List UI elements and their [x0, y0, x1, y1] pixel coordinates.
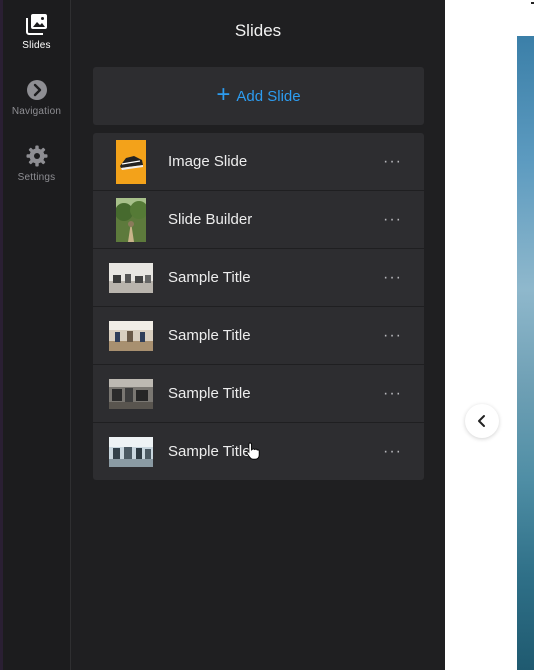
more-options-icon[interactable]: ··· — [383, 385, 402, 403]
slide-row[interactable]: Image Slide ··· — [93, 133, 424, 191]
rail-item-slides[interactable]: Slides — [3, 12, 70, 51]
slides-panel: Slides + Add Slide Image Slide ··· Slide… — [71, 0, 445, 670]
slide-row[interactable]: Slide Builder ··· — [93, 191, 424, 249]
preview-image — [517, 36, 534, 670]
slide-title: Sample Title — [168, 443, 251, 460]
add-slide-button[interactable]: + Add Slide — [93, 67, 424, 125]
gym-thumbnail — [108, 320, 153, 351]
slide-row[interactable]: Sample Title ··· — [93, 249, 424, 307]
slide-title: Sample Title — [168, 327, 251, 344]
slide-row[interactable]: Sample Title ··· — [93, 365, 424, 423]
more-options-icon[interactable]: ··· — [383, 153, 402, 171]
slide-title: Sample Title — [168, 385, 251, 402]
slide-title: Slide Builder — [168, 211, 253, 228]
icon-rail: Slides Navigation Settings — [0, 0, 71, 670]
forest-thumbnail — [115, 197, 146, 242]
gym-thumbnail — [108, 436, 153, 467]
slide-list: Image Slide ··· Slide Builder ··· Sample… — [93, 133, 424, 480]
rail-label-settings: Settings — [17, 172, 56, 183]
plus-icon: + — [216, 81, 231, 108]
hand-cursor-icon — [246, 442, 260, 460]
slide-title: Image Slide — [168, 153, 248, 170]
sneaker-thumbnail — [115, 139, 146, 184]
gym-thumbnail — [108, 262, 153, 293]
more-options-icon[interactable]: ··· — [383, 269, 402, 287]
navigation-icon — [26, 80, 47, 100]
add-slide-label: Add Slide — [236, 87, 301, 105]
more-options-icon[interactable]: ··· — [383, 443, 402, 461]
more-options-icon[interactable]: ··· — [383, 327, 402, 345]
slide-preview — [445, 0, 534, 670]
rail-label-navigation: Navigation — [11, 106, 62, 117]
slides-icon — [25, 14, 47, 35]
chevron-left-icon — [478, 415, 485, 427]
gym-thumbnail — [108, 378, 153, 409]
slide-title: Sample Title — [168, 269, 251, 286]
rail-label-slides: Slides — [22, 40, 51, 51]
slide-row[interactable]: Sample Title ··· — [93, 307, 424, 365]
more-options-icon[interactable]: ··· — [383, 211, 402, 229]
rail-item-navigation[interactable]: Navigation — [3, 78, 70, 117]
settings-icon — [26, 145, 47, 167]
previous-slide-button[interactable] — [465, 404, 499, 438]
rail-item-settings[interactable]: Settings — [3, 144, 70, 183]
panel-title: Slides — [234, 21, 282, 40]
